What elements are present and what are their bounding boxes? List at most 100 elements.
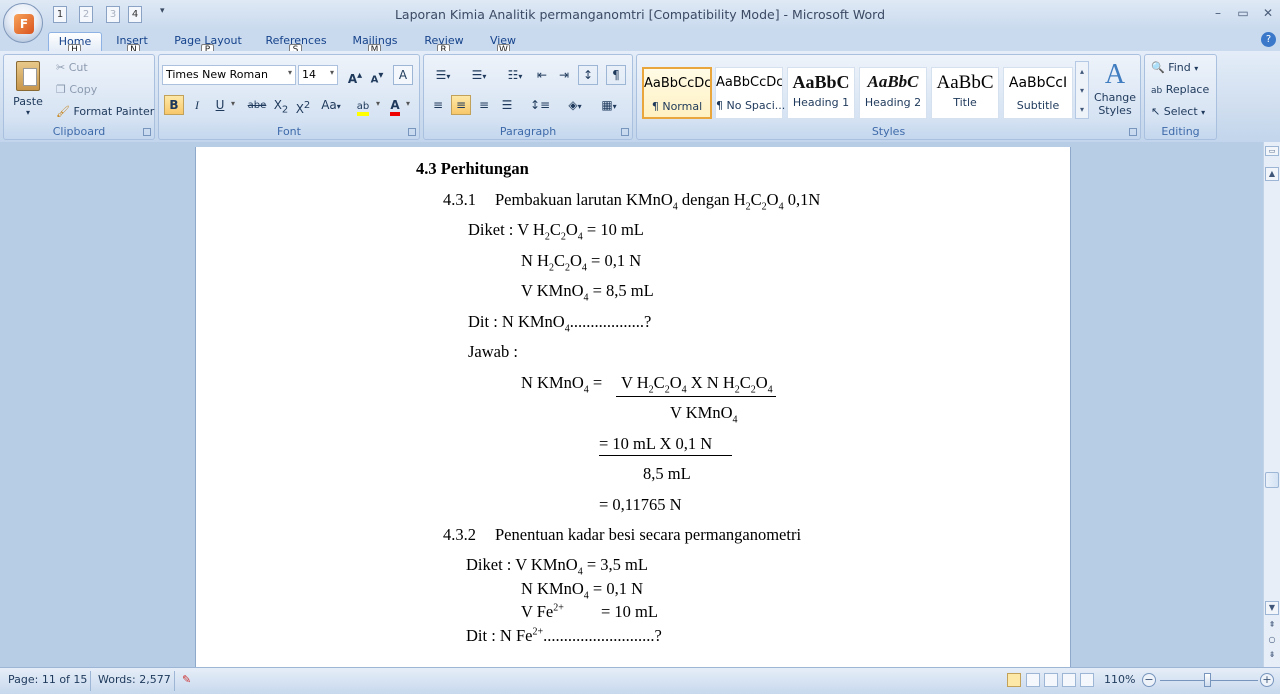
help-icon[interactable]: ? <box>1261 32 1276 47</box>
doc-section-1-title: Pembakuan larutan KMnO4 dengan H2C2O4 0,… <box>495 190 821 213</box>
underline-button[interactable]: U <box>210 95 230 115</box>
editing-group: 🔍 Find ▾ ab Replace ↖ Select ▾ Editing <box>1144 54 1217 140</box>
font-color-button[interactable]: A <box>385 95 405 116</box>
style-heading-1[interactable]: AaBbC Heading 1 <box>787 67 855 119</box>
change-styles-button[interactable]: A Change Styles <box>1093 59 1137 123</box>
proofing-icon[interactable]: ✎ <box>182 673 191 686</box>
select-icon: ↖ <box>1151 105 1161 118</box>
doc-v-fe-value: = 10 mL <box>601 602 658 621</box>
doc-eq1-denominator: V KMnO4 <box>670 403 738 426</box>
clipboard-launcher-icon[interactable] <box>143 128 151 136</box>
style-title[interactable]: AaBbC Title <box>931 67 999 119</box>
qat-undo-button[interactable]: 2 <box>79 6 93 23</box>
font-name-dropdown-icon[interactable]: ▾ <box>288 68 292 77</box>
highlight-button[interactable]: ab <box>351 95 375 116</box>
shrink-font-button[interactable]: A▾ <box>367 65 387 85</box>
increase-indent-button[interactable]: ⇥ <box>554 65 574 85</box>
maximize-button[interactable]: ▭ <box>1230 4 1256 22</box>
zoom-slider-thumb[interactable] <box>1204 673 1211 687</box>
doc-eq2-denominator: 8,5 mL <box>643 464 691 483</box>
decrease-indent-button[interactable]: ⇤ <box>532 65 552 85</box>
zoom-level[interactable]: 110% <box>1104 673 1135 686</box>
browse-object-icon[interactable]: ○ <box>1265 634 1279 648</box>
zoom-in-icon[interactable]: + <box>1260 673 1274 687</box>
outline-view-icon[interactable] <box>1062 673 1076 687</box>
clear-formatting-button[interactable]: A <box>393 65 413 85</box>
subscript-button[interactable]: X2 <box>271 95 291 115</box>
font-color-dropdown-icon[interactable]: ▾ <box>406 99 410 108</box>
strikethrough-button[interactable]: abe <box>245 95 269 115</box>
line-spacing-button[interactable]: ↕≡ <box>526 95 554 115</box>
numbering-button[interactable]: ☰▾ <box>464 65 494 85</box>
replace-button[interactable]: ab Replace <box>1151 83 1209 96</box>
bullets-button[interactable]: ☰▾ <box>428 65 458 85</box>
zoom-out-icon[interactable]: − <box>1142 673 1156 687</box>
grow-font-button[interactable]: A▴ <box>345 65 365 86</box>
style-heading-2[interactable]: AaBbC Heading 2 <box>859 67 927 119</box>
minimize-button[interactable]: – <box>1205 4 1231 22</box>
align-center-button[interactable]: ≡ <box>451 95 471 115</box>
styles-scroll[interactable]: ▴ ▾ ▾ <box>1075 61 1089 119</box>
borders-button[interactable]: ▦▾ <box>594 95 624 115</box>
shading-button[interactable]: ◈▾ <box>560 95 590 115</box>
doc-eq3-result: = 0,11765 N <box>599 495 682 514</box>
doc-dit-2: Dit : N Fe2+...........................? <box>466 626 662 645</box>
justify-button[interactable]: ☰ <box>497 95 517 115</box>
style-no-spacing[interactable]: AaBbCcDc ¶ No Spaci... <box>715 67 785 119</box>
previous-page-icon[interactable]: ⇞ <box>1265 619 1279 633</box>
font-launcher-icon[interactable] <box>408 128 416 136</box>
font-size-combo[interactable]: 14 ▾ <box>298 65 338 85</box>
align-right-icon: ≡ <box>478 98 490 112</box>
style-subtitle[interactable]: AaBbCcI Subtitle <box>1003 67 1073 119</box>
web-layout-view-icon[interactable] <box>1044 673 1058 687</box>
paste-button[interactable]: Paste ▾ <box>10 59 46 117</box>
doc-n-h2c2o4: N H2C2O4 = 0,1 N <box>521 251 642 274</box>
qat-customize-icon[interactable]: ▾ <box>160 6 165 16</box>
next-page-icon[interactable]: ⇟ <box>1265 649 1279 663</box>
cut-button[interactable]: ✂ Cut <box>56 61 88 74</box>
qat-print-button[interactable]: 4 <box>128 6 142 23</box>
superscript-button[interactable]: X2 <box>293 95 313 116</box>
qat-save-button[interactable]: 1 <box>53 6 67 23</box>
select-button[interactable]: ↖ Select ▾ <box>1151 105 1205 118</box>
style-normal[interactable]: AaBbCcDc ¶ Normal <box>642 67 712 119</box>
italic-button[interactable]: I <box>187 95 207 115</box>
multilevel-list-icon: ☷ <box>507 68 519 82</box>
scroll-down-arrow[interactable]: ▼ <box>1265 601 1279 615</box>
scroll-up-arrow[interactable]: ▲ <box>1265 167 1279 181</box>
format-painter-button[interactable]: 🖌 Format Painter <box>56 105 154 118</box>
word-count[interactable]: Words: 2,577 <box>98 673 171 686</box>
draft-view-icon[interactable] <box>1080 673 1094 687</box>
document-page[interactable]: 4.3 Perhitungan 4.3.1 Pembakuan larutan … <box>195 147 1071 667</box>
close-button[interactable]: ✕ <box>1255 4 1280 22</box>
bold-button[interactable]: B <box>164 95 184 115</box>
font-label: Font <box>277 125 301 138</box>
find-button[interactable]: 🔍 Find ▾ <box>1151 61 1198 74</box>
qat-redo-button[interactable]: 3 <box>106 6 120 23</box>
multilevel-list-button[interactable]: ☷▾ <box>500 65 530 85</box>
page-count[interactable]: Page: 11 of 15 <box>8 673 87 686</box>
change-case-button[interactable]: Aa▾ <box>317 95 345 115</box>
sort-button[interactable]: ↕ <box>578 65 598 85</box>
underline-dropdown-icon[interactable]: ▾ <box>231 99 235 108</box>
font-name-combo[interactable]: Times New Roman ▾ <box>162 65 296 85</box>
styles-launcher-icon[interactable] <box>1129 128 1137 136</box>
line-spacing-icon: ↕≡ <box>529 98 551 112</box>
vertical-scrollbar[interactable]: ▭ ▲ ▼ ⇞ ○ ⇟ <box>1263 142 1280 667</box>
align-left-icon: ≡ <box>432 98 444 112</box>
doc-heading: 4.3 Perhitungan <box>416 159 529 178</box>
full-screen-reading-view-icon[interactable] <box>1026 673 1040 687</box>
window-title: Laporan Kimia Analitik permanganomtri [C… <box>394 7 886 22</box>
copy-button[interactable]: ❐ Copy <box>56 83 97 96</box>
office-logo-icon: F <box>14 14 34 34</box>
align-right-button[interactable]: ≡ <box>474 95 494 115</box>
highlight-dropdown-icon[interactable]: ▾ <box>376 99 380 108</box>
office-button[interactable]: F <box>3 3 43 43</box>
print-layout-view-icon[interactable] <box>1007 673 1021 687</box>
paragraph-launcher-icon[interactable] <box>621 128 629 136</box>
align-left-button[interactable]: ≡ <box>428 95 448 115</box>
show-hide-marks-button[interactable]: ¶ <box>606 65 626 85</box>
ruler-toggle-icon[interactable]: ▭ <box>1265 146 1279 156</box>
scroll-thumb[interactable] <box>1265 472 1279 488</box>
font-size-dropdown-icon[interactable]: ▾ <box>330 68 334 77</box>
